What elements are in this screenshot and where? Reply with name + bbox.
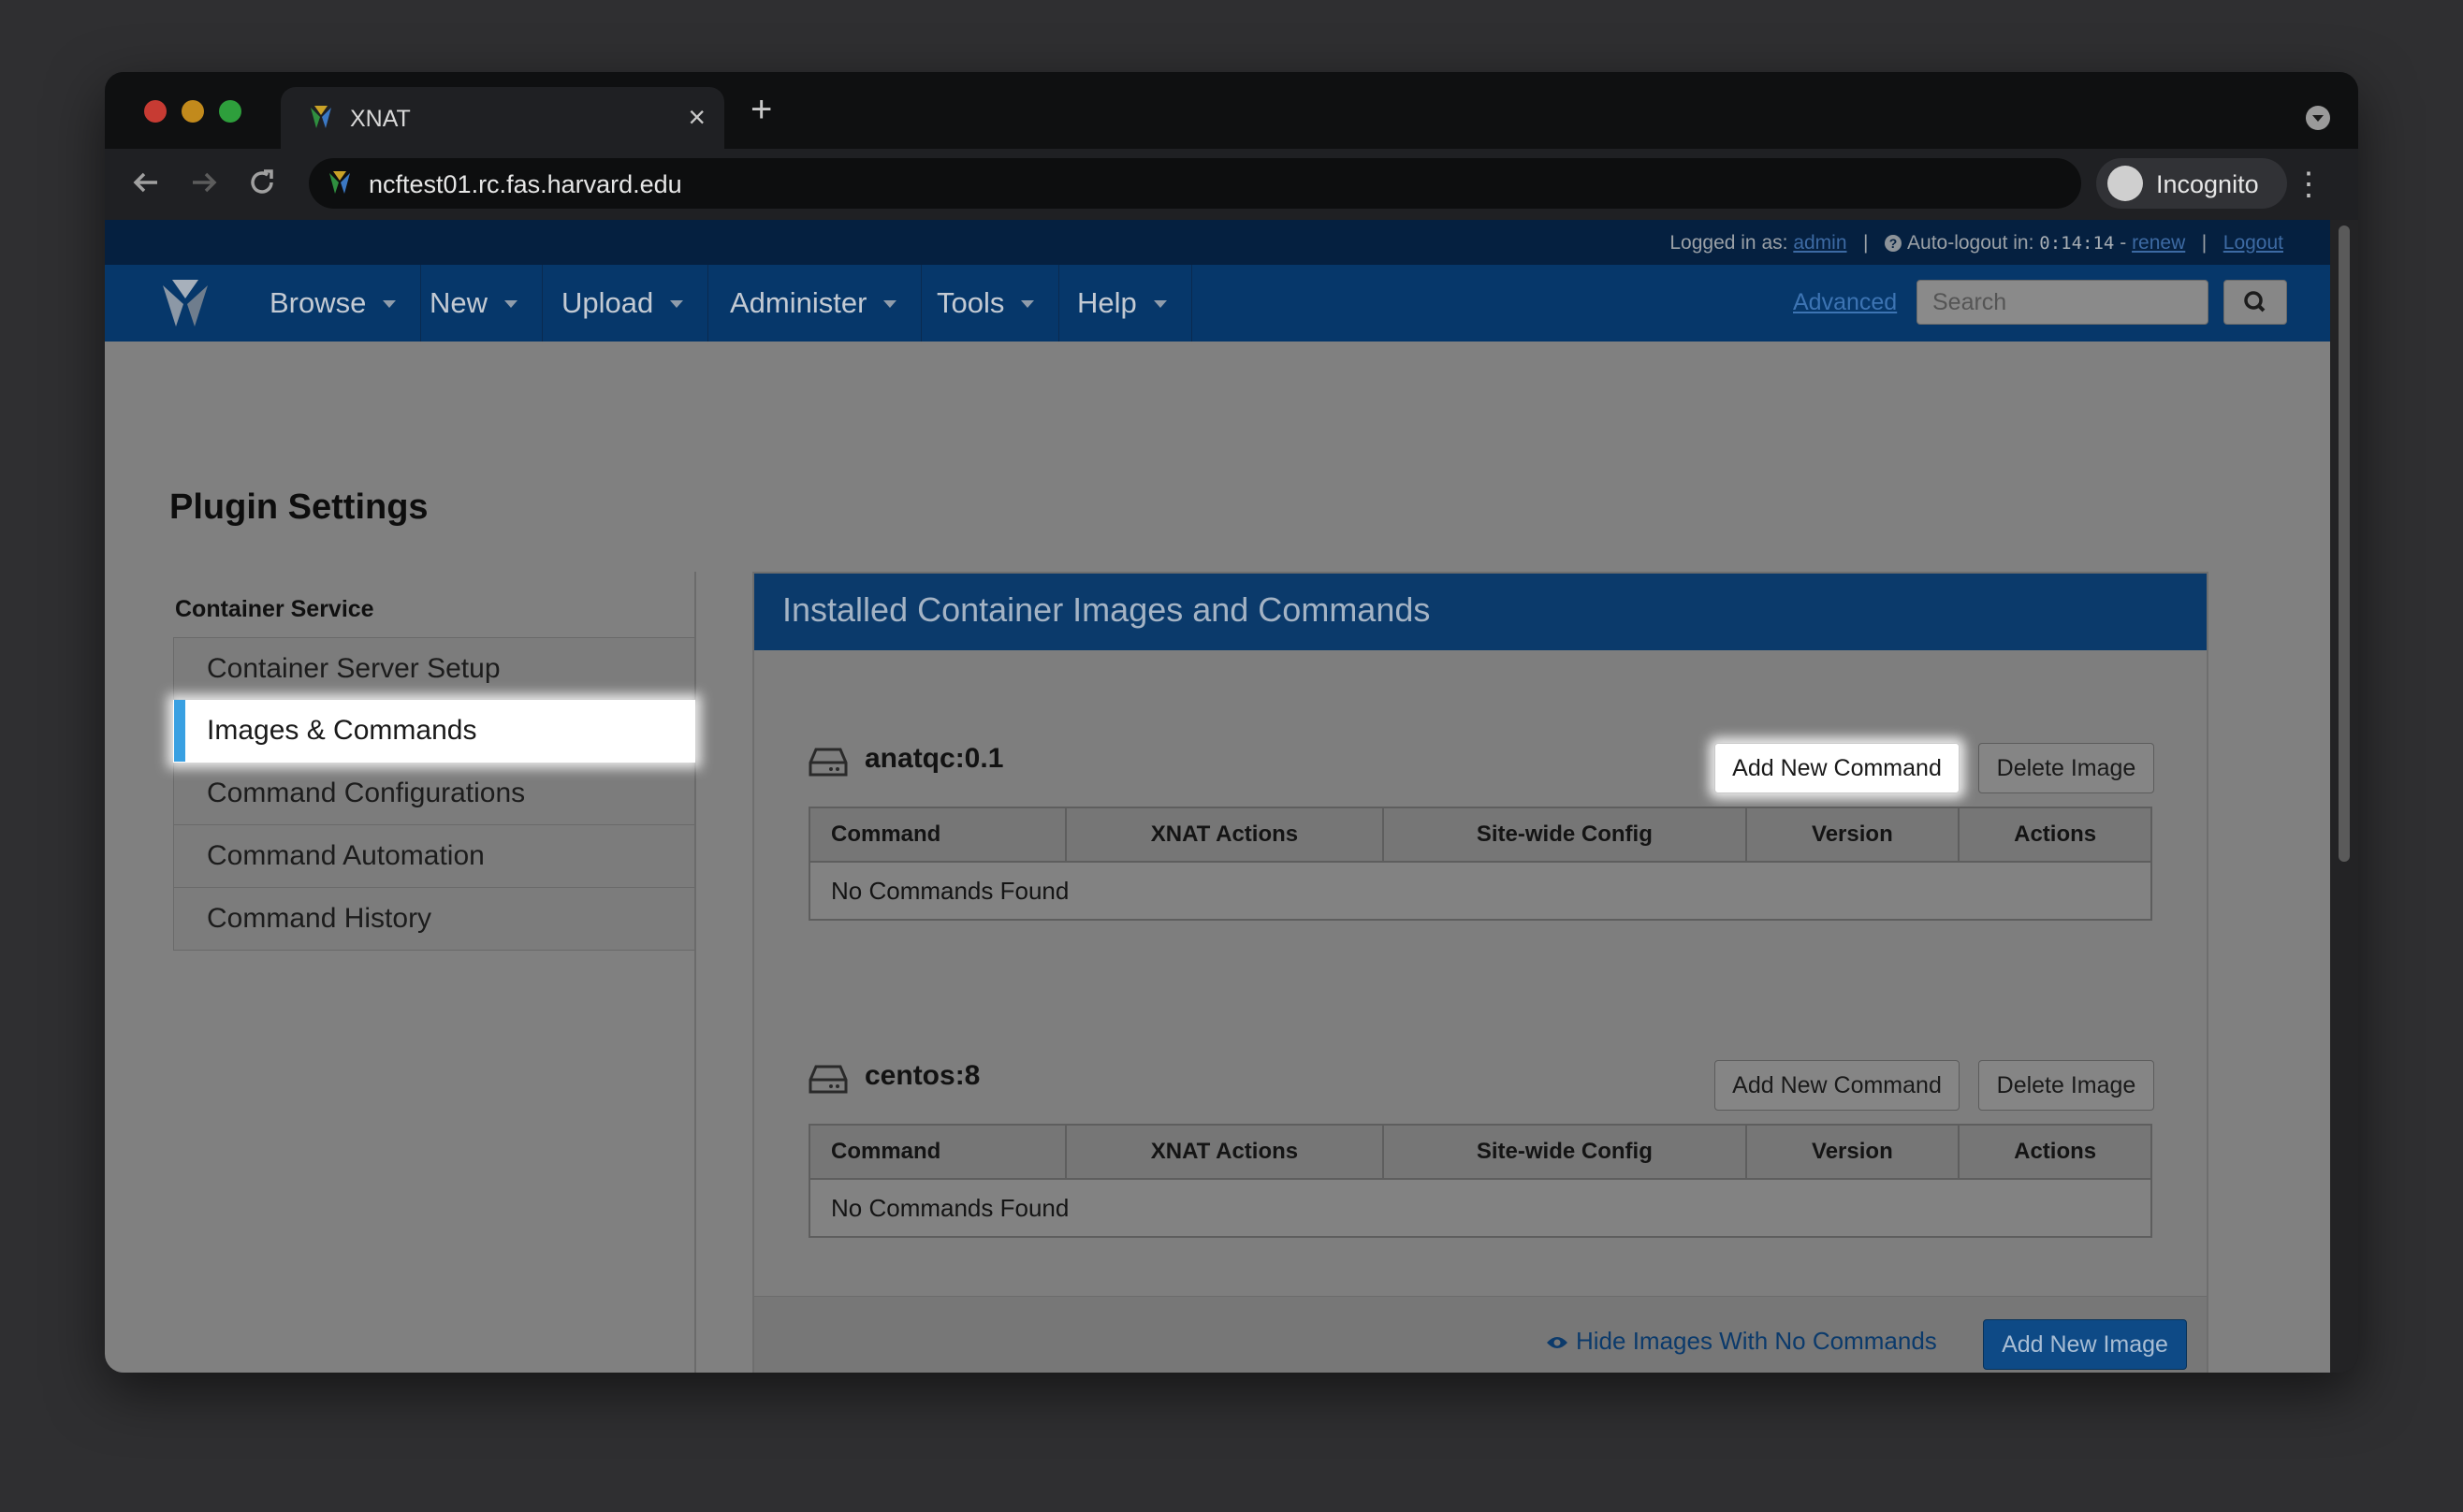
incognito-label: Incognito [2156, 170, 2259, 198]
caret-down-icon [1153, 300, 1167, 308]
nav-upload[interactable]: Upload [537, 265, 709, 342]
logout-timer: 0:14:14 [2039, 233, 2115, 254]
xnat-logo-icon[interactable] [157, 276, 213, 332]
empty-message: No Commands Found [809, 1178, 2152, 1238]
close-tab-icon[interactable]: × [688, 100, 706, 134]
address-bar[interactable]: ncftest01.rc.fas.harvard.edu [309, 158, 2081, 209]
login-status: Logged in as: admin | ? Auto-logout in: 0… [1669, 232, 2283, 254]
empty-message: No Commands Found [809, 861, 2152, 921]
sidebar-item-container-server-setup[interactable]: Container Server Setup [173, 637, 695, 700]
sidebar-item-command-automation[interactable]: Command Automation [173, 825, 695, 888]
image-name: centos:8 [865, 1060, 981, 1091]
table-header-row: Command XNAT Actions Site-wide Config Ve… [809, 1124, 2152, 1180]
caret-down-icon [383, 300, 397, 308]
panel-title: Installed Container Images and Commands [782, 590, 1431, 629]
image-name: anatqc:0.1 [865, 743, 1004, 774]
caret-down-icon [670, 300, 684, 308]
auto-logout-label: Auto-logout in: [1907, 232, 2034, 254]
column-header-version: Version [1744, 807, 1960, 863]
logged-in-label: Logged in as: [1669, 232, 1788, 254]
tab-strip: XNAT × + [105, 72, 2358, 149]
incognito-icon [2107, 166, 2143, 201]
caret-down-icon [504, 300, 518, 308]
nav-administer[interactable]: Administer [706, 265, 923, 342]
hard-drive-icon [809, 748, 848, 777]
page-viewport: Logged in as: admin | ? Auto-logout in: 0… [105, 220, 2330, 1373]
user-status-bar: Logged in as: admin | ? Auto-logout in: 0… [105, 220, 2330, 265]
logout-link[interactable]: Logout [2223, 232, 2283, 254]
images-commands-panel: Installed Container Images and Commands … [752, 572, 2208, 1373]
column-header-site-wide-config: Site-wide Config [1382, 807, 1747, 863]
table-row: No Commands Found [809, 1178, 2152, 1238]
add-new-image-button[interactable]: Add New Image [1983, 1319, 2187, 1370]
add-new-command-button[interactable]: Add New Command [1714, 1060, 1960, 1111]
column-header-command: Command [809, 1124, 1067, 1180]
panel-footer: Hide Images With No Commands Add New Ima… [754, 1296, 2207, 1373]
table-header-row: Command XNAT Actions Site-wide Config Ve… [809, 807, 2152, 863]
reload-icon[interactable] [245, 166, 279, 199]
column-header-xnat-actions: XNAT Actions [1064, 1124, 1385, 1180]
kebab-menu-icon[interactable]: ⋮ [2293, 166, 2325, 203]
commands-table: Command XNAT Actions Site-wide Config Ve… [809, 807, 2152, 921]
sidebar-menu: Container Server Setup Images & Commands… [173, 637, 695, 951]
separator: | [1863, 232, 1869, 254]
caret-down-icon [883, 300, 897, 308]
nav-browse[interactable]: Browse [236, 265, 422, 342]
dash: - [2120, 232, 2127, 254]
separator: | [2201, 232, 2208, 254]
renew-link[interactable]: renew [2132, 232, 2185, 254]
add-new-command-button[interactable]: Add New Command [1714, 743, 1960, 793]
tab-title: XNAT [350, 106, 411, 132]
search-button[interactable] [2223, 280, 2287, 325]
delete-image-button[interactable]: Delete Image [1978, 1060, 2154, 1111]
browser-tab[interactable]: XNAT × [281, 87, 724, 149]
tab-search-icon[interactable] [2306, 106, 2330, 130]
help-circle-icon: ? [1885, 235, 1902, 252]
column-header-site-wide-config: Site-wide Config [1382, 1124, 1747, 1180]
minimize-window-button[interactable] [182, 100, 204, 123]
sidebar-item-command-history[interactable]: Command History [173, 888, 695, 951]
new-tab-icon[interactable]: + [751, 89, 772, 130]
browser-window: XNAT × + ncftest01.rc.fas.harvard.edu In… [105, 72, 2358, 1373]
main-navbar: Browse New Upload Administer Tools Help … [105, 265, 2330, 342]
hide-images-label: Hide Images With No Commands [1576, 1327, 1937, 1355]
column-header-xnat-actions: XNAT Actions [1064, 807, 1385, 863]
search-input[interactable] [1916, 280, 2208, 325]
xnat-favicon-icon [311, 106, 331, 128]
commands-table: Command XNAT Actions Site-wide Config Ve… [809, 1124, 2152, 1238]
column-header-version: Version [1744, 1124, 1960, 1180]
nav-help[interactable]: Help [1053, 265, 1192, 342]
forward-arrow-icon[interactable] [187, 166, 221, 199]
page-title: Plugin Settings [169, 487, 429, 527]
column-header-actions: Actions [1958, 807, 2152, 863]
caret-down-icon [1021, 300, 1035, 308]
hide-images-link[interactable]: Hide Images With No Commands [1546, 1327, 1937, 1356]
panel-header: Installed Container Images and Commands [754, 574, 2207, 650]
scrollbar-thumb[interactable] [2339, 225, 2350, 862]
back-arrow-icon[interactable] [129, 166, 163, 199]
hard-drive-icon [809, 1065, 848, 1094]
column-header-actions: Actions [1958, 1124, 2152, 1180]
username-link[interactable]: admin [1793, 232, 1846, 254]
sidebar-item-images-commands[interactable]: Images & Commands [173, 700, 695, 763]
nav-tools[interactable]: Tools [912, 265, 1060, 342]
eye-icon [1547, 1337, 1567, 1348]
close-window-button[interactable] [144, 100, 167, 123]
sidebar-heading: Container Service [175, 596, 374, 622]
site-favicon-icon [329, 171, 350, 194]
url-text: ncftest01.rc.fas.harvard.edu [369, 170, 682, 198]
browser-toolbar: ncftest01.rc.fas.harvard.edu Incognito ⋮ [105, 149, 2358, 220]
scrollbar[interactable] [2330, 220, 2358, 1373]
delete-image-button[interactable]: Delete Image [1978, 743, 2154, 793]
nav-new[interactable]: New [405, 265, 544, 342]
incognito-badge[interactable]: Incognito [2096, 158, 2287, 209]
search-icon [2244, 291, 2266, 313]
table-row: No Commands Found [809, 861, 2152, 921]
advanced-search-link[interactable]: Advanced [1793, 289, 1897, 316]
sidebar-item-command-configurations[interactable]: Command Configurations [173, 763, 695, 825]
maximize-window-button[interactable] [219, 100, 241, 123]
column-header-command: Command [809, 807, 1067, 863]
